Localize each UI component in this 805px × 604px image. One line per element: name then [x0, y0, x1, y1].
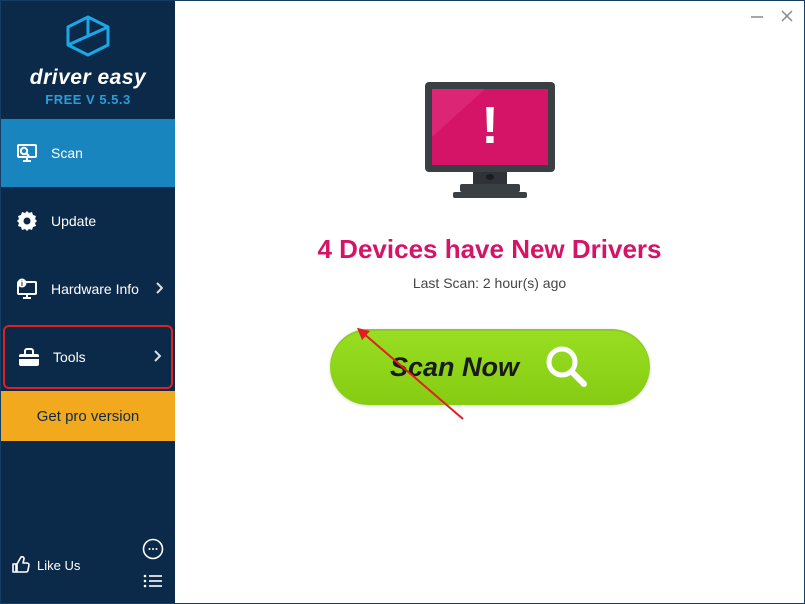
toolbox-icon: [17, 345, 41, 369]
app-window: driver easy FREE V 5.5.3 Scan: [0, 0, 805, 604]
headline: 4 Devices have New Drivers: [318, 234, 662, 265]
close-button[interactable]: [776, 5, 798, 27]
menu-list-button[interactable]: [141, 569, 165, 593]
alert-monitor-illustration: !: [415, 77, 565, 212]
chevron-right-icon: [155, 281, 163, 297]
sidebar-item-label: Hardware Info: [51, 281, 139, 297]
app-logo-icon: [64, 15, 112, 62]
sidebar-item-hardware-info[interactable]: i Hardware Info: [1, 255, 175, 323]
last-scan-text: Last Scan: 2 hour(s) ago: [413, 275, 566, 291]
magnify-icon: [543, 343, 589, 392]
like-us-button[interactable]: Like Us: [11, 554, 80, 577]
scan-now-label: Scan Now: [390, 352, 519, 383]
svg-text:i: i: [21, 281, 23, 288]
gear-icon: [15, 209, 39, 233]
svg-text:!: !: [481, 97, 498, 155]
sidebar-item-update[interactable]: Update: [1, 187, 175, 255]
titlebar-controls: [746, 5, 798, 27]
brand-name: driver easy: [30, 66, 146, 90]
monitor-info-icon: i: [15, 277, 39, 301]
sidebar-bottom: Like Us: [1, 527, 175, 603]
nav: Scan Update: [1, 119, 175, 441]
brand-version: FREE V 5.5.3: [45, 92, 130, 107]
sidebar: driver easy FREE V 5.5.3 Scan: [1, 1, 175, 603]
get-pro-label: Get pro version: [37, 408, 140, 425]
scan-now-button[interactable]: Scan Now: [330, 329, 650, 405]
sidebar-item-label: Update: [51, 213, 96, 229]
sidebar-item-label: Scan: [51, 145, 83, 161]
sidebar-item-tools[interactable]: Tools: [3, 325, 173, 389]
chevron-right-icon: [153, 349, 161, 365]
logo-area: driver easy FREE V 5.5.3: [1, 1, 175, 119]
feedback-button[interactable]: [141, 537, 165, 561]
main-panel: ! 4 Devices have New Drivers Last Scan: …: [175, 1, 804, 603]
sidebar-item-scan[interactable]: Scan: [1, 119, 175, 187]
thumbs-up-icon: [11, 554, 31, 577]
get-pro-button[interactable]: Get pro version: [1, 391, 175, 441]
minimize-button[interactable]: [746, 5, 768, 27]
like-us-label: Like Us: [37, 558, 80, 573]
sidebar-item-label: Tools: [53, 349, 86, 365]
monitor-search-icon: [15, 141, 39, 165]
